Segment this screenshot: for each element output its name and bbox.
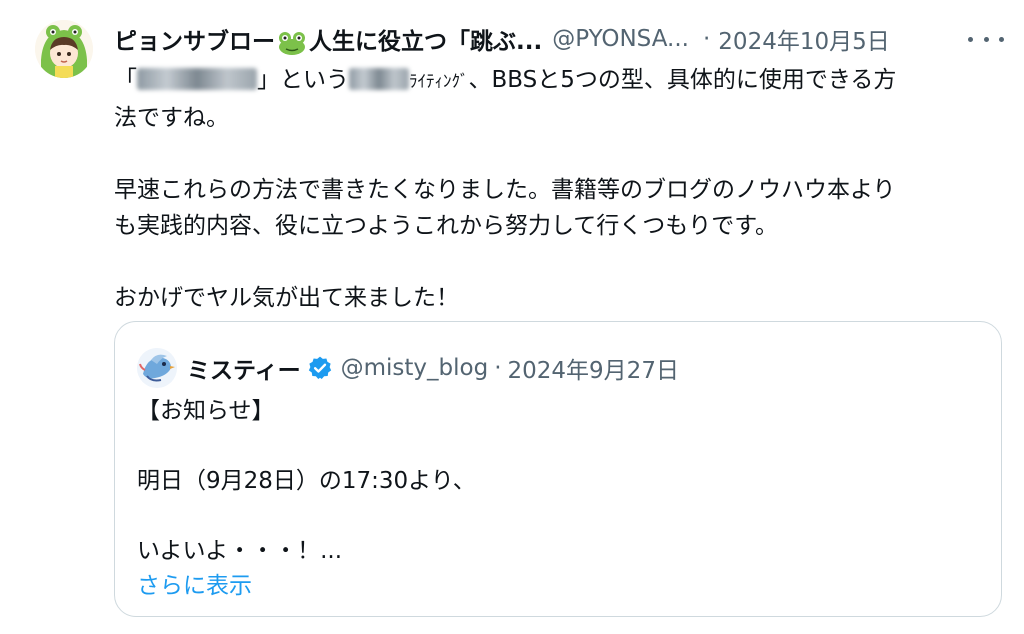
redacted-text xyxy=(349,68,409,90)
quoted-tweet-card[interactable]: ミスティー @misty_blog · 2024年9月27日 【お知らせ】 明日… xyxy=(114,321,1002,617)
bird-avatar-icon xyxy=(137,348,177,388)
tweet-line-3: 早速これらの方法で書きたくなりました。書籍等のブログのノウハウ本より xyxy=(114,177,896,203)
avatar[interactable] xyxy=(35,20,93,78)
quoted-line-1: 【お知らせ】 xyxy=(137,398,275,424)
tweet-line-1: 「」という ﾗｲﾃｨﾝｸﾞ、BBSと5つの型、具体的に使用できる方 xyxy=(114,67,897,93)
quoted-line-2: 明日（9月28日）の17:30より、 xyxy=(137,468,476,494)
frog-hood-avatar-icon xyxy=(35,20,93,78)
more-horizontal-icon xyxy=(968,36,973,42)
tweet-header: ピョンサブロー 人生に役立つ「跳ぶ... @PYONSA... · 2024年1… xyxy=(114,18,1004,60)
display-name-text-2[interactable]: 人生に役立つ「跳ぶ... xyxy=(309,29,542,55)
quoted-tweet-header: ミスティー @misty_blog · 2024年9月27日 xyxy=(137,348,679,388)
separator-dot: · xyxy=(494,355,502,381)
separator-dot: · xyxy=(702,26,711,52)
tweet-text: 「」という ﾗｲﾃｨﾝｸﾞ、BBSと5つの型、具体的に使用できる方 法ですね。 早… xyxy=(114,62,1004,316)
show-more-link[interactable]: さらに表示 xyxy=(137,569,977,604)
tweet-line-4: も実践的内容、役に立つようこれから努力して行くつもりです。 xyxy=(114,213,779,239)
quoted-user-handle[interactable]: @misty_blog xyxy=(341,355,489,381)
display-name[interactable]: ピョンサブロー 人生に役立つ「跳ぶ... xyxy=(114,22,542,56)
quoted-display-name[interactable]: ミスティー xyxy=(187,351,301,385)
redacted-text xyxy=(137,68,257,90)
more-button[interactable] xyxy=(968,28,1004,50)
tweet-line-5: おかげでヤル気が出て来ました！ xyxy=(114,285,459,311)
user-handle[interactable]: @PYONSA... xyxy=(552,26,689,52)
frog-emoji-icon xyxy=(279,31,305,55)
quoted-avatar[interactable] xyxy=(137,348,177,388)
quoted-line-3: いよいよ・・・！... xyxy=(137,538,343,564)
quoted-tweet-text: 【お知らせ】 明日（9月28日）の17:30より、 いよいよ・・・！... さら… xyxy=(137,394,977,604)
tweet-date[interactable]: 2024年10月5日 xyxy=(718,22,889,56)
display-name-text-1[interactable]: ピョンサブロー xyxy=(114,29,275,55)
tweet-line-2: 法ですね。 xyxy=(114,105,229,131)
verified-badge-icon xyxy=(308,356,331,380)
quoted-tweet-date[interactable]: 2024年9月27日 xyxy=(508,351,679,385)
